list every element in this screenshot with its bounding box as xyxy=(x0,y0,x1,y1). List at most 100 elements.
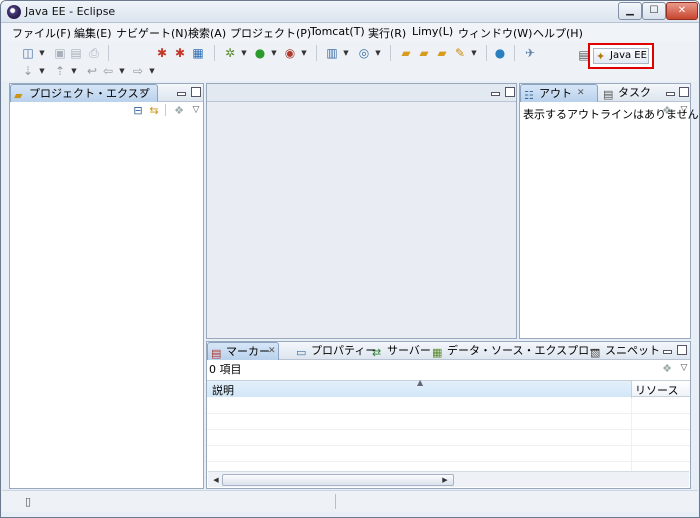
column-separator[interactable] xyxy=(631,381,632,398)
view-menu-icon[interactable]: ▽ xyxy=(676,360,692,376)
menu-run[interactable]: 実行(R) xyxy=(368,25,406,41)
tab-outline[interactable]: ☷ アウト ✕ xyxy=(520,84,598,102)
menu-search[interactable]: 検索(A) xyxy=(188,25,226,41)
scroll-left-icon[interactable]: ◀ xyxy=(210,474,222,486)
previous-annotation-icon[interactable]: ⇡ xyxy=(52,63,68,79)
tab-servers[interactable]: ⇄ サーバー xyxy=(369,342,431,360)
minimize-button[interactable]: ▁ xyxy=(618,2,642,20)
tab-tasks[interactable]: ▤ タスク xyxy=(600,84,660,102)
minimize-view-icon[interactable] xyxy=(664,86,675,97)
view-menu-icon[interactable]: ▽ xyxy=(188,102,204,118)
save-icon[interactable]: ▣ xyxy=(52,45,68,61)
table-row xyxy=(207,430,690,446)
project-explorer-toolbar: ⊟ ⇆ ❖ ▽ xyxy=(10,102,203,120)
maximize-editor-icon[interactable] xyxy=(504,86,515,97)
open-folder-icon[interactable]: ▰ xyxy=(398,45,414,61)
previous-annotation-dropdown-icon[interactable]: ▼ xyxy=(70,63,78,79)
markers-icon: ▤ xyxy=(211,347,222,360)
limy-icon[interactable]: ✈ xyxy=(522,45,538,61)
new-server-dropdown-icon[interactable]: ▼ xyxy=(342,45,350,61)
title-bar: Java EE - Eclipse ▁ ☐ ✕ xyxy=(1,1,699,23)
outline-tab-label: アウト xyxy=(539,87,572,100)
menu-limy[interactable]: Limy(L) xyxy=(412,25,453,38)
search-dropdown-icon[interactable]: ▼ xyxy=(470,45,478,61)
next-annotation-dropdown-icon[interactable]: ▼ xyxy=(38,63,46,79)
tab-properties[interactable]: ▭ プロパティー xyxy=(293,342,376,360)
minimize-view-icon[interactable] xyxy=(175,86,186,97)
back-icon[interactable]: ⇦ xyxy=(100,63,116,79)
fast-view-icon[interactable]: ▯ xyxy=(20,494,36,510)
markers-tab-label: マーカー xyxy=(226,345,270,358)
scroll-right-icon[interactable]: ▶ xyxy=(439,474,451,486)
open-type-icon[interactable]: ▰ xyxy=(416,45,432,61)
java-ee-perspective-button[interactable]: ✦ Java EE xyxy=(593,48,649,64)
last-edit-icon[interactable]: ↩ xyxy=(84,63,100,79)
new-class-dropdown-icon[interactable]: ▼ xyxy=(374,45,382,61)
debug-icon[interactable]: ✲ xyxy=(222,45,238,61)
menu-window[interactable]: ウィンドウ(W) xyxy=(458,25,532,41)
new-server-icon[interactable]: ▥ xyxy=(324,45,340,61)
run-icon[interactable]: ● xyxy=(252,45,268,61)
profile-server-icon[interactable]: ▦ xyxy=(190,45,206,61)
link-with-editor-icon[interactable]: ⇆ xyxy=(146,103,162,119)
close-tab-icon[interactable]: ✕ xyxy=(577,85,585,102)
tab-project-explorer[interactable]: ▰ プロジェクト・エクスプ ✕ xyxy=(10,84,158,102)
outline-view: ☷ アウト ✕ ▤ タスク ❖ ▽ 表示するアウトラインはありません。 xyxy=(519,83,699,339)
forward-icon[interactable]: ⇨ xyxy=(130,63,146,79)
new-dropdown-icon[interactable]: ▼ xyxy=(38,45,46,61)
run-dropdown-icon[interactable]: ▼ xyxy=(270,45,278,61)
menu-project[interactable]: プロジェクト(P) xyxy=(230,25,311,41)
scrollbar-thumb[interactable] xyxy=(222,474,454,486)
minimize-editor-icon[interactable] xyxy=(489,86,500,97)
menu-file[interactable]: ファイル(F) xyxy=(12,25,71,41)
close-button[interactable]: ✕ xyxy=(666,2,698,20)
tasks-icon: ▤ xyxy=(603,88,614,101)
collapse-all-icon[interactable]: ⊟ xyxy=(130,103,146,119)
properties-tab-label: プロパティー xyxy=(311,344,377,357)
close-tab-icon[interactable]: ✕ xyxy=(139,85,147,102)
horizontal-scrollbar[interactable]: ◀ ▶ xyxy=(208,471,689,487)
menu-tomcat[interactable]: Tomcat(T) xyxy=(310,25,365,38)
view-options-icon[interactable]: ❖ xyxy=(659,361,675,377)
maximize-view-icon[interactable] xyxy=(190,86,201,97)
editor-area xyxy=(206,83,517,339)
view-options-icon[interactable]: ❖ xyxy=(171,103,187,119)
outline-empty-message: 表示するアウトラインはありません。 xyxy=(523,108,700,121)
browser-icon[interactable]: ● xyxy=(492,45,508,61)
menu-navigate[interactable]: ナビゲート(N) xyxy=(116,25,188,41)
open-resource-icon[interactable]: ▰ xyxy=(434,45,450,61)
column-resource[interactable]: リソース xyxy=(635,382,678,398)
description-column-header[interactable]: ▲ xyxy=(207,378,631,397)
tab-data-source-explorer[interactable]: ▦ データ・ソース・エクスプロー xyxy=(429,342,600,360)
toolbar-separator xyxy=(390,45,391,61)
column-divider xyxy=(631,398,632,472)
new-icon[interactable]: ◫ xyxy=(20,45,36,61)
menu-edit[interactable]: 編集(E) xyxy=(74,25,112,41)
project-explorer-tab-label: プロジェクト・エクスプ xyxy=(29,87,150,100)
maximize-view-icon[interactable] xyxy=(678,86,689,97)
close-tab-icon[interactable]: ✕ xyxy=(268,343,276,360)
eclipse-logo-icon xyxy=(7,5,21,19)
back-dropdown-icon[interactable]: ▼ xyxy=(118,63,126,79)
table-row xyxy=(207,398,690,414)
sort-ascending-icon: ▲ xyxy=(417,378,424,387)
properties-icon: ▭ xyxy=(296,346,307,359)
external-tools-icon[interactable]: ◉ xyxy=(282,45,298,61)
debug-server-icon[interactable]: ✱ xyxy=(172,45,188,61)
save-all-icon[interactable]: ▤ xyxy=(68,45,84,61)
forward-dropdown-icon[interactable]: ▼ xyxy=(148,63,156,79)
tab-markers[interactable]: ▤ マーカー ✕ xyxy=(207,342,279,360)
debug-dropdown-icon[interactable]: ▼ xyxy=(240,45,248,61)
tab-snippets[interactable]: ▧ スニペット xyxy=(587,342,660,360)
menu-help[interactable]: ヘルプ(H) xyxy=(533,25,583,41)
maximize-view-icon[interactable] xyxy=(676,344,687,355)
print-icon[interactable]: ⎙ xyxy=(86,45,102,61)
table-row xyxy=(207,446,690,462)
maximize-button[interactable]: ☐ xyxy=(642,2,666,20)
new-class-icon[interactable]: ◎ xyxy=(356,45,372,61)
minimize-view-icon[interactable] xyxy=(661,344,672,355)
run-on-server-icon[interactable]: ✱ xyxy=(154,45,170,61)
search-icon[interactable]: ✎ xyxy=(452,45,468,61)
external-tools-dropdown-icon[interactable]: ▼ xyxy=(300,45,308,61)
next-annotation-icon[interactable]: ⇣ xyxy=(20,63,36,79)
